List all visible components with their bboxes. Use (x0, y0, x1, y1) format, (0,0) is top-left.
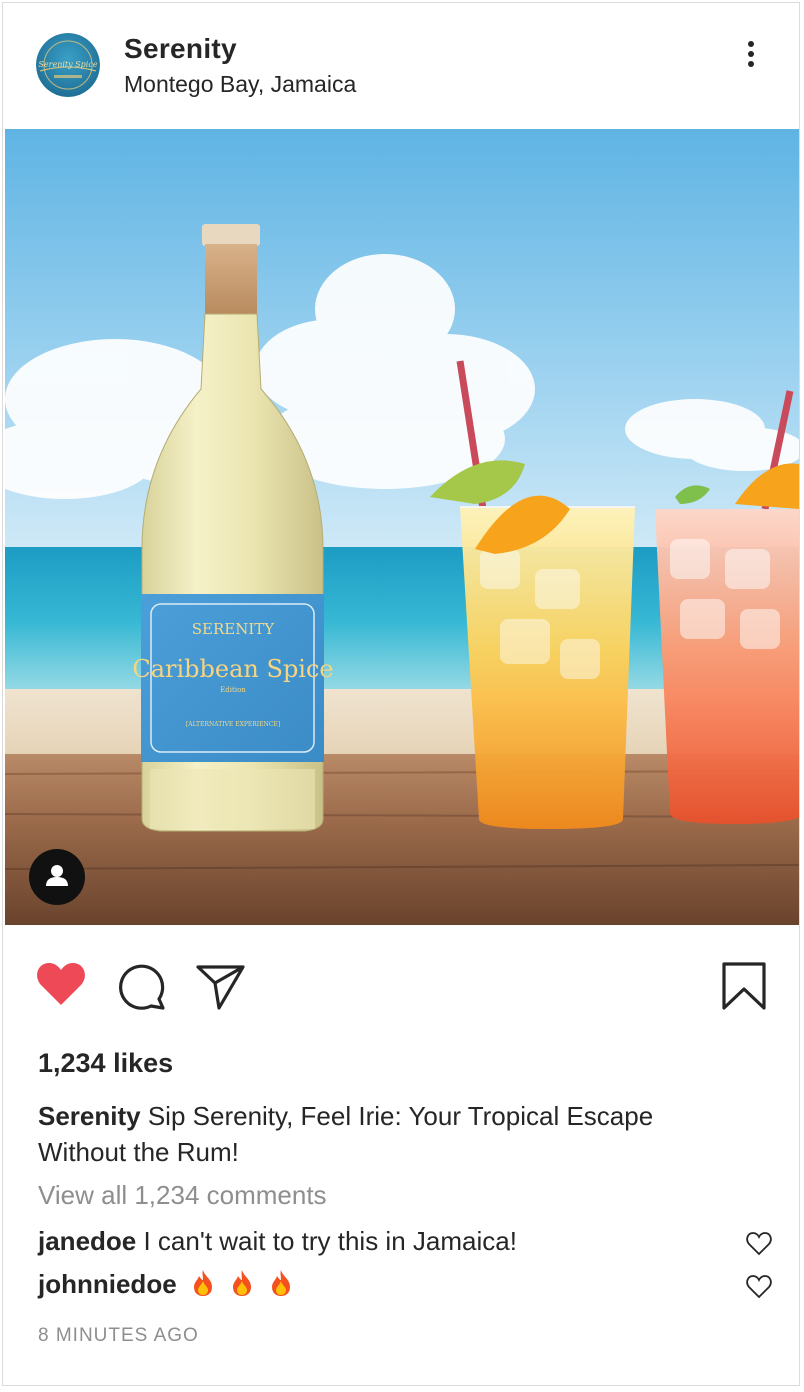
fire-icon (193, 1270, 212, 1296)
post-header: Serenity Spice Serenity Montego Bay, Jam… (3, 3, 799, 129)
post-actions-bar (3, 933, 799, 1043)
heart-outline-icon (746, 1275, 772, 1299)
bottle-label-brand: SERENITY (192, 620, 276, 638)
post-image[interactable]: SERENITY Caribbean Spice Edition [ALTERN… (5, 129, 799, 925)
heart-outline-icon (746, 1232, 772, 1256)
more-dot-icon (748, 61, 754, 67)
caption: Serenity Sip Serenity, Feel Irie: Your T… (38, 1098, 738, 1170)
more-options-button[interactable] (739, 37, 763, 77)
comment-row: johnniedoe (38, 1266, 778, 1302)
user-icon (46, 865, 68, 886)
avatar-text: Serenity Spice (38, 60, 97, 69)
avatar[interactable]: Serenity Spice (36, 33, 100, 97)
fire-icon (233, 1270, 252, 1296)
likes-count[interactable]: 1,234 likes (38, 1048, 173, 1079)
comment-like-button[interactable] (746, 1272, 772, 1299)
bottle-label-sub: Edition (220, 686, 246, 694)
bottle-label-name: Caribbean Spice (132, 655, 333, 683)
comment-like-button[interactable] (746, 1229, 772, 1256)
post-username[interactable]: Serenity (124, 33, 237, 65)
fire-icon (272, 1270, 291, 1296)
save-button[interactable] (721, 961, 767, 1016)
tagged-users-button[interactable] (29, 849, 85, 905)
comment-button[interactable] (115, 961, 167, 1016)
avatar-logo: Serenity Spice (36, 33, 100, 97)
instagram-post: Serenity Spice Serenity Montego Bay, Jam… (2, 2, 800, 1386)
comment-username[interactable]: johnniedoe (38, 1269, 177, 1299)
like-button[interactable] (35, 961, 87, 1012)
view-all-comments-link[interactable]: View all 1,234 comments (38, 1180, 327, 1211)
comment-icon (119, 964, 165, 1010)
more-dot-icon (748, 41, 754, 47)
bottle-label-tagline: [ALTERNATIVE EXPERIENCE] (186, 721, 280, 728)
comment-row: janedoe I can't wait to try this in Jama… (38, 1223, 778, 1259)
share-button[interactable] (195, 963, 247, 1016)
caption-username[interactable]: Serenity (38, 1101, 141, 1131)
comment-username[interactable]: janedoe (38, 1226, 136, 1256)
more-dot-icon (748, 51, 754, 57)
share-icon (196, 965, 245, 1010)
bookmark-icon (722, 962, 766, 1010)
beach-drinks-image: SERENITY Caribbean Spice Edition [ALTERN… (5, 129, 799, 925)
post-location[interactable]: Montego Bay, Jamaica (124, 71, 356, 98)
comment-text: I can't wait to try this in Jamaica! (143, 1226, 517, 1256)
post-timestamp: 8 MINUTES AGO (38, 1325, 199, 1346)
heart-icon (37, 963, 85, 1005)
